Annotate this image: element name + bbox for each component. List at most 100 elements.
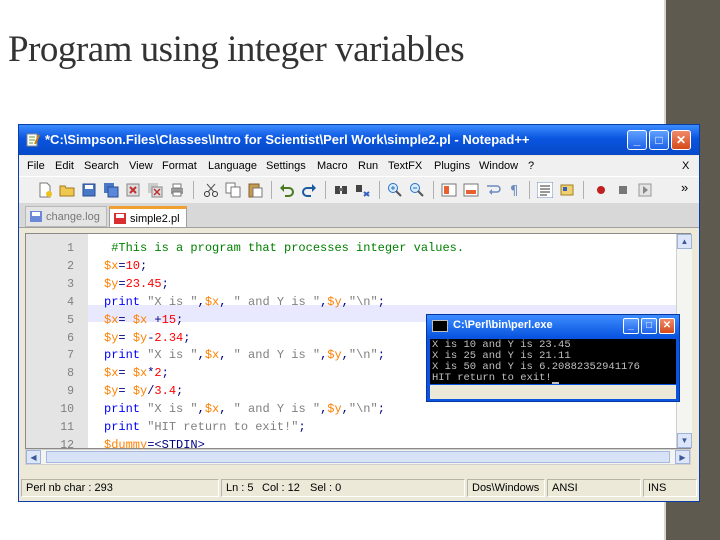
undo-icon[interactable] <box>279 182 295 198</box>
play-macro-icon[interactable] <box>637 182 653 198</box>
zoom-out-icon[interactable] <box>409 182 425 198</box>
code-token: print <box>104 294 141 309</box>
console-output[interactable]: X is 10 and Y is 23.45 X is 25 and Y is … <box>430 339 676 384</box>
horizontal-scrollbar[interactable]: ◀ ▶ <box>25 449 691 465</box>
menu-search[interactable]: Search <box>84 160 119 172</box>
line-number: 3 <box>67 277 74 291</box>
code-token: "X is " <box>140 348 198 363</box>
code-line: print "HIT return to exit!"; <box>104 420 306 434</box>
notepadpp-window: *C:\Simpson.Files\Classes\Intro for Scie… <box>18 124 700 502</box>
maximize-button[interactable]: □ <box>649 130 669 150</box>
line-number: 4 <box>67 295 74 309</box>
cut-icon[interactable] <box>203 182 219 198</box>
status-eol: Dos\Windows <box>467 479 545 497</box>
tab-change-log[interactable]: change.log <box>25 206 107 227</box>
code-token: = <box>118 258 126 273</box>
status-position: Ln : 5 Col : 12 Sel : 0 <box>221 479 465 497</box>
code-token: , <box>219 348 234 363</box>
window-title: *C:\Simpson.Files\Classes\Intro for Scie… <box>45 132 530 147</box>
window-titlebar[interactable]: *C:\Simpson.Files\Classes\Intro for Scie… <box>19 125 699 155</box>
find-icon[interactable] <box>333 182 349 198</box>
close-button[interactable]: ✕ <box>671 130 691 150</box>
new-file-icon[interactable] <box>37 182 53 198</box>
console-maximize-button[interactable]: □ <box>641 318 657 334</box>
menu-macro[interactable]: Macro <box>317 160 348 172</box>
code-token: "\n" <box>348 402 378 417</box>
stop-macro-icon[interactable] <box>615 182 631 198</box>
code-token: $x <box>204 294 220 309</box>
scroll-left-arrow-icon[interactable]: ◀ <box>26 450 41 464</box>
indent-guide-icon[interactable] <box>537 182 553 198</box>
console-titlebar[interactable]: C:\Perl\bin\perl.exe _ □ ✕ <box>427 315 679 337</box>
console-horizontal-scrollbar[interactable] <box>430 385 676 399</box>
console-minimize-button[interactable]: _ <box>623 318 639 334</box>
toolbar-overflow-chevron[interactable]: » <box>681 180 695 196</box>
scroll-right-arrow-icon[interactable]: ▶ <box>675 450 690 464</box>
menu-settings[interactable]: Settings <box>266 160 306 172</box>
code-token: " and Y is " <box>233 348 321 363</box>
code-token: = <box>118 330 133 345</box>
code-token: = <box>118 276 126 291</box>
menu-window[interactable]: Window <box>479 160 518 172</box>
menu-close-doc[interactable]: X <box>682 160 689 172</box>
perl-console-window: C:\Perl\bin\perl.exe _ □ ✕ X is 10 and Y… <box>426 314 680 402</box>
close-all-icon[interactable] <box>147 182 163 198</box>
menu-plugins[interactable]: Plugins <box>434 160 470 172</box>
code-line: print "X is ",$x, " and Y is ",$y,"\n"; <box>104 402 385 416</box>
menu-format[interactable]: Format <box>162 160 197 172</box>
toolbar-separator <box>325 181 326 199</box>
saved-file-icon <box>30 211 42 222</box>
code-token: print <box>104 402 141 417</box>
code-token: 3.4 <box>154 384 177 399</box>
code-token: ; <box>140 258 148 273</box>
open-folder-icon[interactable] <box>59 182 75 198</box>
tab-simple2-pl[interactable]: simple2.pl <box>109 206 187 227</box>
code-line: $y= $y-2.34; <box>104 331 190 345</box>
close-file-icon[interactable] <box>125 182 141 198</box>
user-lang-icon[interactable] <box>559 182 575 198</box>
menu-help[interactable]: ? <box>528 160 534 172</box>
code-line: print "X is ",$x, " and Y is ",$y,"\n"; <box>104 348 385 362</box>
sync-v-icon[interactable] <box>441 182 457 198</box>
menu-language[interactable]: Language <box>208 160 257 172</box>
code-token: = <box>118 312 133 327</box>
horizontal-scroll-thumb[interactable] <box>46 451 670 463</box>
toolbar-separator <box>583 181 584 199</box>
code-token: $x <box>104 312 119 327</box>
show-all-chars-icon[interactable]: ¶ <box>507 182 523 198</box>
record-macro-icon[interactable] <box>593 182 609 198</box>
code-token: + <box>147 312 162 327</box>
line-number: 5 <box>67 313 74 327</box>
menu-view[interactable]: View <box>129 160 153 172</box>
menu-textfx[interactable]: TextFX <box>388 160 422 172</box>
zoom-in-icon[interactable] <box>387 182 403 198</box>
minimize-button[interactable]: _ <box>627 130 647 150</box>
code-token: ; <box>161 366 169 381</box>
print-icon[interactable] <box>169 182 185 198</box>
code-token: $y <box>104 276 119 291</box>
save-all-icon[interactable] <box>103 182 119 198</box>
paste-icon[interactable] <box>247 182 263 198</box>
sync-h-icon[interactable] <box>463 182 479 198</box>
code-token: 2 <box>154 366 162 381</box>
copy-icon[interactable] <box>225 182 241 198</box>
menu-run[interactable]: Run <box>358 160 378 172</box>
word-wrap-icon[interactable] <box>485 182 501 198</box>
scroll-up-arrow-icon[interactable]: ▲ <box>677 234 692 249</box>
menu-file[interactable]: File <box>27 160 45 172</box>
console-close-button[interactable]: ✕ <box>659 318 675 334</box>
console-icon <box>432 320 448 332</box>
code-token: "X is " <box>140 402 198 417</box>
code-token: = <box>118 384 133 399</box>
replace-icon[interactable] <box>355 182 371 198</box>
menu-edit[interactable]: Edit <box>55 160 74 172</box>
code-token: $y <box>132 384 148 399</box>
status-bar: Perl nb char : 293 Ln : 5 Col : 12 Sel :… <box>19 477 699 499</box>
toolbar-separator <box>529 181 530 199</box>
line-number: 8 <box>67 367 74 381</box>
scroll-down-arrow-icon[interactable]: ▼ <box>677 433 692 448</box>
save-icon[interactable] <box>81 182 97 198</box>
code-token: $y <box>132 330 148 345</box>
code-line: #This is a program that processes intege… <box>104 241 464 255</box>
redo-icon[interactable] <box>301 182 317 198</box>
